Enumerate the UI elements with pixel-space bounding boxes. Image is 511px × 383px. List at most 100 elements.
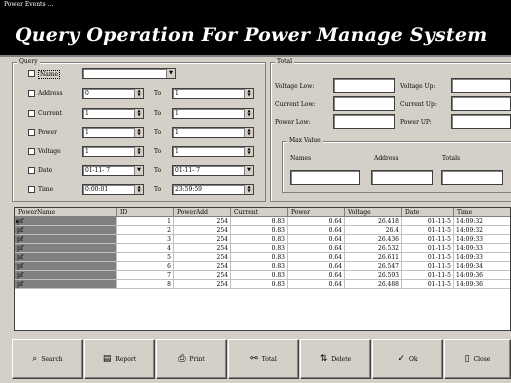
time-to-input[interactable]: 23:59:59 ▲ ▼ [172,184,254,195]
table-cell: 26.532 [345,244,402,253]
ok-button[interactable]: ✓ Ok [372,339,443,379]
spin-icon[interactable]: ▲ ▼ [134,147,143,156]
spin-icon[interactable]: ▲ ▼ [134,185,143,194]
search-button[interactable]: ⌕ Search [12,339,83,379]
date-label: Date [38,167,53,174]
power-from-value: 1 [85,129,89,136]
time-checkbox[interactable] [28,186,35,193]
table-cell: 14:09:32 [454,226,510,235]
spin-icon[interactable]: ▲ ▼ [244,109,253,118]
table-cell: 0.83 [231,280,288,289]
totals-label: Totals [442,155,461,162]
spin-icon[interactable]: ▲ ▼ [244,147,253,156]
column-header[interactable]: Voltage [345,208,402,217]
delete-button[interactable]: ⇅ Delete [300,339,371,379]
name-checkbox[interactable] [28,70,35,77]
voltage-from-input[interactable]: 1 ▲ ▼ [82,146,144,157]
table-row[interactable]: pf 7 254 0.83 0.64 26.593 01-11-5 14:09:36 [15,271,510,280]
column-header[interactable]: PowerName [15,208,117,217]
column-header[interactable]: PowerAdd [174,208,231,217]
spin-icon[interactable]: ▲ ▼ [134,109,143,118]
current-checkbox[interactable] [28,110,35,117]
column-header[interactable]: Date [402,208,454,217]
voltage-checkbox[interactable] [28,148,35,155]
table-cell: 254 [174,262,231,271]
table-cell: 14:09:36 [454,280,510,289]
table-cell: 254 [174,244,231,253]
power-from-input[interactable]: 1 ▲ ▼ [82,127,144,138]
table-cell: 4 [117,244,174,253]
table-row[interactable]: pf 3 254 0.83 0.64 26.436 01-11-5 14:09:33 [15,235,510,244]
date-checkbox[interactable] [28,167,35,174]
address-to-input[interactable]: 1 ▲ ▼ [172,88,254,99]
current-to-input[interactable]: 1 ▲ ▼ [172,108,254,119]
voltage-up-label: Voltage Up: [400,83,436,90]
table-row[interactable]: pf 1 254 0.83 0.64 26.418 01-11-5 14:09:32 [15,217,510,226]
to-label: To [154,129,162,136]
table-cell: 0.83 [231,271,288,280]
door-icon: ▯ [464,354,470,364]
to-label: To [154,90,162,97]
report-button[interactable]: ▤ Report [84,339,155,379]
results-grid[interactable]: PowerName ID PowerAdd Current Power Volt… [14,207,511,331]
address-from-input[interactable]: 0 ▲ ▼ [82,88,144,99]
current-to-value: 1 [175,110,179,117]
table-row[interactable]: pf 4 254 0.83 0.64 26.532 01-11-5 14:09:33 [15,244,510,253]
table-row[interactable]: pf 2 254 0.83 0.64 26.4 01-11-5 14:09:32 [15,226,510,235]
table-cell: 0.64 [288,217,345,226]
table-cell: 0.64 [288,253,345,262]
power-checkbox[interactable] [28,129,35,136]
chevron-down-icon[interactable]: ▼ [134,166,143,175]
names-label: Names [290,155,312,162]
power-to-input[interactable]: 1 ▲ ▼ [172,127,254,138]
total-button[interactable]: ⚯ Total [228,339,299,379]
spin-icon[interactable]: ▲ ▼ [244,89,253,98]
table-cell: 0.83 [231,244,288,253]
spin-icon[interactable]: ▲ ▼ [244,185,253,194]
table-row[interactable]: pf 6 254 0.83 0.64 26.547 01-11-5 14:09:34 [15,262,510,271]
spin-icon[interactable]: ▲ ▼ [244,128,253,137]
address-to-value: 1 [175,90,179,97]
current-from-input[interactable]: 1 ▲ ▼ [82,108,144,119]
search-button-label: Search [41,355,63,363]
printer-icon: ⎙ [178,354,186,364]
table-cell: 14:09:33 [454,244,510,253]
table-cell: 01-11-5 [402,217,454,226]
spin-icon[interactable]: ▲ ▼ [134,128,143,137]
query-caption: Query [17,58,40,65]
table-cell: 0.83 [231,235,288,244]
table-cell: pf [15,271,117,280]
voltage-low-label: Voltage Low: [275,83,315,90]
power-up-label: Power UP: [400,119,432,126]
search-icon: ⌕ [32,354,38,364]
name-select[interactable]: ▼ [82,68,176,79]
print-button-label: Print [189,355,205,363]
chevron-down-icon[interactable]: ▼ [244,166,253,175]
to-label: To [154,186,162,193]
column-header[interactable]: Current [231,208,288,217]
date-to-input[interactable]: 01-11- 7 ▼ [172,165,254,176]
time-from-input[interactable]: 0:00:01 ▲ ▼ [82,184,144,195]
voltage-to-input[interactable]: 1 ▲ ▼ [172,146,254,157]
table-row[interactable]: pf 8 254 0.83 0.64 26.488 01-11-5 14:09:36 [15,280,510,289]
date-from-input[interactable]: 01-11- 7 ▼ [82,165,144,176]
print-button[interactable]: ⎙ Print [156,339,227,379]
table-cell: 26.488 [345,280,402,289]
table-cell: 14:09:32 [454,217,510,226]
address-max-label: Address [374,155,399,162]
power-low-field [333,114,395,129]
column-header[interactable]: ID [117,208,174,217]
column-header[interactable]: Power [288,208,345,217]
chevron-down-icon[interactable]: ▼ [166,69,175,78]
close-button[interactable]: ▯ Close [444,339,511,379]
power-to-value: 1 [175,129,179,136]
column-header[interactable]: Time [454,208,510,217]
spin-icon[interactable]: ▲ ▼ [134,89,143,98]
current-low-field [333,96,395,111]
to-label: To [154,148,162,155]
table-row[interactable]: pf 5 254 0.83 0.64 26.611 01-11-5 14:09:33 [15,253,510,262]
name-label: Name [38,70,61,79]
table-cell: 01-11-5 [402,253,454,262]
table-cell: 01-11-5 [402,280,454,289]
address-checkbox[interactable] [28,90,35,97]
